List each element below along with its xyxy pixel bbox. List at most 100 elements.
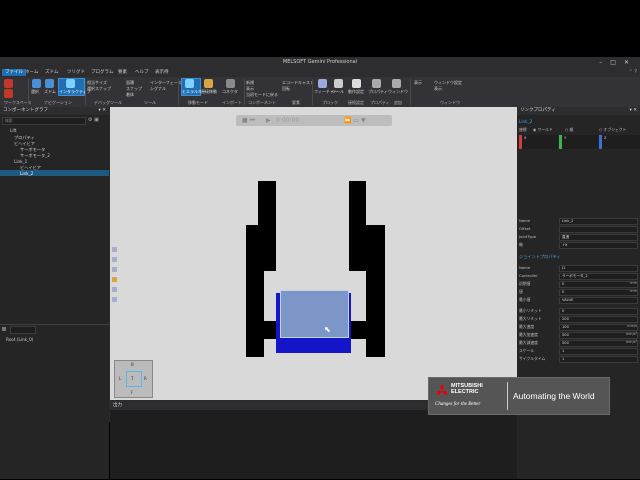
- menu-element[interactable]: 要素: [115, 69, 130, 76]
- ribbon-connector-label[interactable]: コネクタ: [222, 89, 238, 95]
- branding-overlay: MITSUBISHI ELECTRIC Changes for the Bett…: [428, 377, 610, 415]
- close-icon[interactable]: ▾ ✕: [630, 107, 637, 115]
- coord-object-radio[interactable]: ○ オブジェクト: [599, 127, 626, 133]
- tree-item-lift[interactable]: Lift: [10, 128, 17, 133]
- divider: [85, 79, 86, 105]
- search-input[interactable]: 検索: [2, 117, 86, 125]
- value-input[interactable]: 0: [559, 289, 638, 296]
- tree-item-link-1[interactable]: Link_1: [14, 159, 27, 164]
- joint-name-input[interactable]: J1: [559, 265, 638, 272]
- feature-icon[interactable]: [318, 79, 327, 88]
- tree-item-selected[interactable]: [0, 170, 109, 176]
- link-properties-panel: リンクプロパティ ▾ ✕ Link_2 座標 ◉ ワールド ○ 親 ○ オブジェ…: [517, 107, 640, 479]
- ribbon-display2-label[interactable]: 表示: [434, 86, 442, 92]
- side-tool-icon[interactable]: [112, 287, 117, 292]
- close-icon[interactable]: ✕: [624, 59, 637, 66]
- cycle-time-input[interactable]: 1: [559, 356, 638, 363]
- axis-select[interactable]: +X: [559, 242, 638, 249]
- expand-icon[interactable]: [2, 327, 6, 331]
- ribbon-window-label[interactable]: ウィンドウ: [388, 89, 408, 95]
- ribbon-snap-label[interactable]: 選択スナップ: [87, 86, 111, 92]
- y-field[interactable]: Y: [559, 135, 598, 149]
- company-tagline: Changes for the Better: [435, 402, 481, 407]
- coord-world-radio[interactable]: ◉ ワールド: [533, 127, 553, 133]
- min-value-input[interactable]: VALUE: [559, 297, 638, 304]
- window-icon[interactable]: [392, 79, 401, 88]
- ribbon-reset-label[interactable]: 当初モードに戻る: [246, 92, 278, 98]
- side-tool-icon[interactable]: [112, 277, 117, 282]
- coord-parent-radio[interactable]: ○ 親: [565, 127, 573, 133]
- max-speed-input[interactable]: 100: [559, 324, 638, 331]
- coord-label: 座標: [519, 127, 527, 132]
- divider: [410, 79, 411, 105]
- menu-program[interactable]: プログラム: [88, 69, 116, 76]
- side-tool-icon[interactable]: [112, 267, 117, 272]
- lift-pillar-back-right: [349, 181, 366, 271]
- coord-row: 座標 ◉ ワールド ○ 親 ○ オブジェクト: [519, 127, 640, 133]
- ribbon-rotate-label[interactable]: 回転: [282, 86, 290, 92]
- max-limit-input[interactable]: 200: [559, 316, 638, 323]
- nav-cube-face: [126, 371, 142, 387]
- ribbon-collapse-icon[interactable]: ⌃ ?: [629, 69, 637, 75]
- gear-icon[interactable]: [352, 79, 361, 88]
- ribbon-motion-label[interactable]: 動作設定: [348, 89, 364, 95]
- window-controls[interactable]: –□✕: [599, 59, 637, 66]
- nav-right[interactable]: R: [144, 376, 147, 381]
- filter-icon[interactable]: ⚙ ▣: [88, 117, 106, 124]
- lift-platform-top[interactable]: [280, 290, 349, 338]
- initial-value-input[interactable]: 0: [559, 281, 638, 288]
- ribbon-tool-label[interactable]: ツール: [332, 89, 344, 95]
- nav-front[interactable]: F: [131, 390, 133, 395]
- speed-icon[interactable]: ⏩ ▭ ▼: [344, 117, 366, 124]
- filter-input[interactable]: [10, 326, 36, 334]
- nav-back[interactable]: B: [131, 362, 134, 367]
- props-title-bar: リンクプロパティ ▾ ✕: [517, 107, 640, 115]
- link-name-header: Link_2: [519, 119, 533, 124]
- ribbon-select-label[interactable]: 選択: [31, 89, 39, 95]
- ribbon-zoom-label[interactable]: ズドム: [44, 89, 56, 95]
- side-tool-icon[interactable]: [112, 247, 117, 252]
- redo-icon[interactable]: [4, 89, 13, 98]
- side-toolbar: [112, 247, 118, 317]
- stop-icon[interactable]: ■ ⏮: [242, 117, 255, 125]
- side-tool-icon[interactable]: [112, 257, 117, 262]
- 3d-viewport[interactable]: ■ ⏮ ▶ 0:00:00 ⏩ ▭ ▼ ⬉ B L T R F: [110, 107, 517, 400]
- properties-icon[interactable]: [372, 79, 381, 88]
- x-field[interactable]: X: [519, 135, 558, 149]
- joint-type-select[interactable]: 直進: [559, 234, 638, 241]
- tree-item-root[interactable]: Root (Link_0): [6, 337, 33, 342]
- menu-help[interactable]: ヘルプ: [132, 69, 152, 76]
- ribbon-display-label[interactable]: 表示: [414, 80, 422, 86]
- menu-modeling[interactable]: ズドム: [42, 69, 62, 76]
- controller-select[interactable]: サーボモータ_2: [559, 273, 638, 280]
- nav-left[interactable]: L: [119, 376, 121, 381]
- ribbon-properties-label[interactable]: プロパティ: [368, 89, 388, 95]
- navigation-cube[interactable]: B L T R F: [114, 360, 153, 398]
- ribbon-body-label[interactable]: 着体: [126, 92, 134, 98]
- ribbon-direct-move-label[interactable]: 直接移動: [201, 89, 217, 95]
- maximize-icon[interactable]: □: [610, 59, 624, 66]
- ribbon-signal-label[interactable]: シグナル: [150, 86, 166, 92]
- minimize-icon[interactable]: –: [599, 59, 610, 66]
- tool-icon[interactable]: [334, 79, 343, 88]
- scale-input[interactable]: 1: [559, 348, 638, 355]
- pin-icon[interactable]: ▾ ✕: [99, 107, 106, 115]
- direct-move-icon[interactable]: [204, 79, 213, 88]
- connector-icon[interactable]: [226, 79, 235, 88]
- name-input[interactable]: Link_2: [559, 218, 638, 225]
- menu-home[interactable]: ホーム: [22, 69, 41, 76]
- play-icon[interactable]: ▶: [266, 117, 271, 124]
- joint-field: 最大速度 100 mm/s: [519, 324, 638, 331]
- undo-icon[interactable]: [4, 79, 13, 88]
- zoom-icon[interactable]: [45, 79, 54, 88]
- tree-item-link-2[interactable]: Link_2: [20, 171, 33, 176]
- side-tool-icon[interactable]: [112, 297, 117, 302]
- select-icon[interactable]: [32, 79, 41, 88]
- divider: [178, 79, 179, 105]
- z-field[interactable]: Z: [599, 135, 640, 149]
- min-limit-input[interactable]: 0: [559, 308, 638, 315]
- joint-field: Controller サーボモータ_2: [519, 273, 640, 280]
- menu-display[interactable]: 表示待: [152, 69, 172, 76]
- menu-tools[interactable]: ツリグド: [64, 69, 88, 76]
- offset-input[interactable]: [559, 226, 638, 233]
